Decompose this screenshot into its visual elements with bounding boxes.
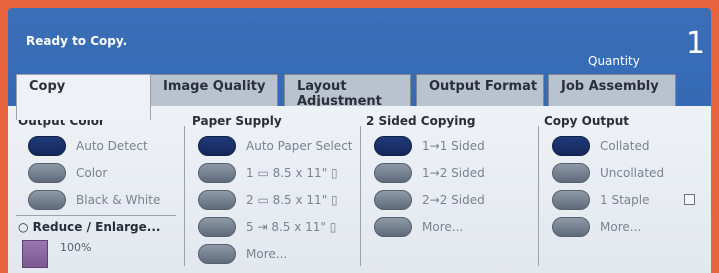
- reduce-enlarge-button[interactable]: [22, 240, 48, 268]
- button-icon: [374, 163, 412, 183]
- copy-output-title: Copy Output: [544, 114, 629, 128]
- option-label: Collated: [600, 139, 650, 153]
- option-label: 2→2 Sided: [422, 193, 485, 207]
- tab-copy[interactable]: Copy: [16, 74, 151, 120]
- option-label: Auto Paper Select: [246, 139, 353, 153]
- two-sided-title: 2 Sided Copying: [366, 114, 476, 128]
- option-label: 1→2 Sided: [422, 166, 485, 180]
- paper-supply-title: Paper Supply: [192, 114, 282, 128]
- tab-image-quality-label: Image Quality: [163, 79, 266, 94]
- reduce-enlarge-title[interactable]: ○ Reduce / Enlarge...: [18, 220, 160, 234]
- divider: [16, 215, 176, 216]
- option-label: 1 Staple: [600, 193, 650, 207]
- tray-number: 5: [246, 220, 254, 234]
- button-icon: [198, 217, 236, 237]
- selected-button-icon: [552, 136, 590, 156]
- two-sided-section: 2 Sided Copying 1→1 Sided 1→2 Sided 2→2 …: [360, 106, 538, 273]
- tab-job-assembly-label: Job Assembly: [561, 79, 659, 94]
- paper-supply-section: Paper Supply Auto Paper Select 1 ▭ 8.5 x…: [184, 106, 360, 273]
- tray-icon: ▭: [253, 193, 273, 207]
- option-label: Black & White: [76, 193, 161, 207]
- button-icon: [198, 190, 236, 210]
- button-icon: [552, 163, 590, 183]
- button-icon: [374, 190, 412, 210]
- option-label: Color: [76, 166, 108, 180]
- selected-button-icon: [28, 136, 66, 156]
- orientation-icon: ▯: [325, 220, 337, 234]
- paper-size: 8.5 x 11": [272, 166, 328, 180]
- output-color-section: Output Color Auto Detect Color Black & W…: [8, 106, 180, 273]
- tab-layout-adjustment-label: Layout Adjustment: [297, 79, 382, 109]
- button-icon: [198, 244, 236, 264]
- copy-output-section: Copy Output Collated Uncollated 1 Staple…: [538, 106, 711, 273]
- option-label: More...: [422, 220, 464, 234]
- tray-number: 1: [246, 166, 254, 180]
- button-icon: [552, 217, 590, 237]
- button-icon: [28, 163, 66, 183]
- tray-number: 2: [246, 193, 254, 207]
- option-label: Uncollated: [600, 166, 665, 180]
- radio-icon: ○: [18, 220, 33, 234]
- button-icon: [552, 190, 590, 210]
- copy-settings-panel: Output Color Auto Detect Color Black & W…: [8, 106, 711, 273]
- quantity-value[interactable]: 1: [686, 26, 705, 61]
- button-icon: [28, 190, 66, 210]
- button-icon: [198, 163, 236, 183]
- reduce-enlarge-value: 100%: [60, 241, 92, 254]
- quantity-label: Quantity: [588, 54, 640, 68]
- option-label: More...: [246, 247, 288, 261]
- bypass-tray-icon: ⇥: [253, 220, 272, 234]
- option-label: 1→1 Sided: [422, 139, 485, 153]
- tab-output-format-label: Output Format: [429, 79, 538, 94]
- orientation-icon: ▯: [327, 193, 338, 207]
- option-label: Auto Detect: [76, 139, 148, 153]
- selected-button-icon: [198, 136, 236, 156]
- paper-size: 8.5 x 11": [272, 193, 328, 207]
- tray-icon: ▭: [253, 166, 273, 180]
- orientation-icon: ▯: [327, 166, 338, 180]
- staple-position-icon: [684, 194, 695, 205]
- tab-copy-label: Copy: [29, 79, 66, 94]
- status-message: Ready to Copy.: [26, 34, 128, 48]
- selected-button-icon: [374, 136, 412, 156]
- option-label: More...: [600, 220, 642, 234]
- button-icon: [374, 217, 412, 237]
- paper-size: 8.5 x 11": [271, 220, 326, 234]
